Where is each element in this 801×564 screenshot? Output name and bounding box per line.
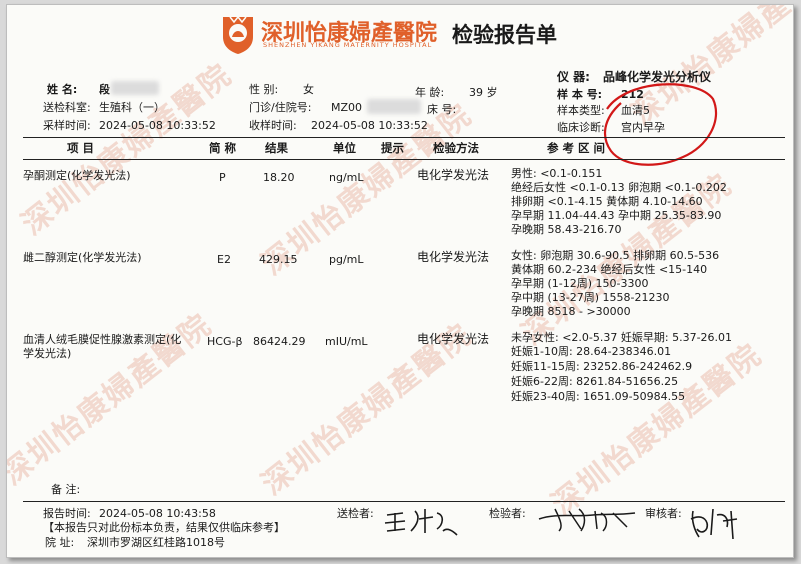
row-item: 血清人绒毛膜促性腺激素测定(化 (23, 333, 182, 346)
row-method: 电化学发光法 (417, 332, 490, 346)
name-label: 姓 名: (47, 83, 78, 96)
col-result: 结果 (265, 141, 288, 155)
collect-time-value: 2024-05-08 10:33:52 (99, 119, 216, 132)
hospital-english-name: SHENZHEN YIKANG MATERNITY HOSPITAL (263, 41, 433, 49)
reference-line: 妊娠6-22周: 8261.84-51656.25 (511, 375, 679, 388)
clinic-label: 门诊/住院号: (249, 101, 312, 114)
reference-line: 女性: 卵泡期 30.6-90.5 排卵期 60.5-536 (511, 249, 720, 262)
header-bottom-rule (23, 159, 785, 160)
address-label: 院 址: (45, 536, 75, 549)
hospital-logo-icon (223, 15, 253, 54)
redacted-name (111, 81, 159, 95)
watermark: 深圳怡康婦產醫院 (6, 307, 219, 493)
reference-line: 妊娠23-40周: 1651.09-50984.55 (511, 390, 686, 403)
col-reference: 参 考 区 间 (547, 141, 606, 155)
receive-time-label: 收样时间: (249, 119, 297, 132)
dept-value: 生殖科（一） (99, 101, 165, 114)
report-time-value: 2024-05-08 10:43:58 (99, 507, 216, 520)
reference-line: 妊娠1-10周: 28.64-238346.01 (511, 345, 672, 358)
row-unit: pg/mL (329, 253, 364, 266)
redacted-clinic-number (367, 99, 421, 114)
remark-label: 备 注: (51, 483, 81, 496)
reference-line: 妊娠11-15周: 23252.86-242462.9 (511, 360, 693, 373)
watermark: 深圳怡康婦產醫院 (15, 57, 239, 243)
reference-line: 孕中期 (13-27周) 1558-21230 (511, 291, 670, 304)
reference-line: 孕早期 11.04-44.43 孕中期 25.35-83.90 (511, 209, 722, 222)
row-unit: mIU/mL (325, 335, 368, 348)
report-title: 检验报告单 (452, 23, 557, 47)
reference-line: 排卵期 <0.1-4.15 黄体期 4.10-14.60 (511, 195, 703, 208)
disclaimer: 【本报告只对此份标本负责，结果仅供临床参考】 (43, 521, 285, 534)
lab-report-sheet: 深圳怡康婦產醫院 深圳怡康婦產醫院 深圳怡康婦產醫院 深圳怡康婦產醫院 深圳怡康… (6, 4, 794, 558)
collect-time-label: 采样时间: (43, 119, 91, 132)
reference-line: 男性: <0.1-0.151 (511, 167, 603, 180)
row-abbr: E2 (217, 253, 231, 266)
row-item-continued: 学发光法) (23, 347, 72, 360)
reference-line: 孕晚期 8518 - >30000 (511, 305, 631, 318)
tester-label: 检验者: (489, 507, 526, 520)
col-item: 项 目 (67, 141, 95, 155)
reference-line: 孕晚期 58.43-216.70 (511, 223, 622, 236)
row-abbr: P (219, 171, 226, 184)
row-method: 电化学发光法 (417, 250, 490, 264)
row-method: 电化学发光法 (417, 168, 490, 182)
reference-line: 孕早期 (1-12周) 150-3300 (511, 277, 649, 290)
bed-label: 床 号: (427, 103, 457, 116)
report-time-label: 报告时间: (43, 507, 91, 520)
row-result: 18.20 (263, 171, 295, 184)
address-value: 深圳市罗湖区红桂路1018号 (87, 536, 225, 549)
row-item: 雌二醇测定(化学发光法) (23, 251, 142, 264)
reference-line: 绝经后女性 <0.1-0.13 卵泡期 <0.1-0.202 (511, 181, 727, 194)
col-unit: 单位 (333, 141, 356, 155)
red-annotation-circle (603, 83, 718, 166)
header-top-rule (23, 137, 785, 138)
reference-line: 黄体期 60.2-234 绝经后女性 <15-140 (511, 263, 708, 276)
reviewer-signature-icon (690, 508, 738, 540)
row-result: 86424.29 (253, 335, 306, 348)
tester-signature-icon (538, 508, 636, 532)
col-abbr: 简 称 (209, 141, 237, 155)
sender-signature-icon (384, 509, 458, 536)
row-abbr: HCG-β (207, 335, 243, 348)
sex-value: 女 (303, 83, 314, 96)
age-label: 年 龄: (415, 86, 445, 99)
age-value: 39 岁 (469, 86, 498, 99)
reference-line: 未孕女性: <2.0-5.37 妊娠早期: 5.37-26.01 (511, 331, 733, 344)
name-value: 段 (99, 83, 110, 96)
row-unit: ng/mL (329, 171, 364, 184)
sender-label: 送检者: (337, 507, 374, 520)
row-item: 孕酮测定(化学发光法) (23, 169, 131, 182)
dept-label: 送检科室: (43, 101, 91, 114)
clinic-value: MZ00 (331, 101, 363, 114)
instrument-label: 仪 器: (557, 70, 590, 84)
col-hint: 提示 (381, 141, 404, 155)
col-method: 检验方法 (433, 141, 479, 155)
sex-label: 性 别: (249, 83, 279, 96)
receive-time-value: 2024-05-08 10:33:52 (311, 119, 428, 132)
row-result: 429.15 (259, 253, 298, 266)
reviewer-label: 审核者: (645, 507, 682, 520)
